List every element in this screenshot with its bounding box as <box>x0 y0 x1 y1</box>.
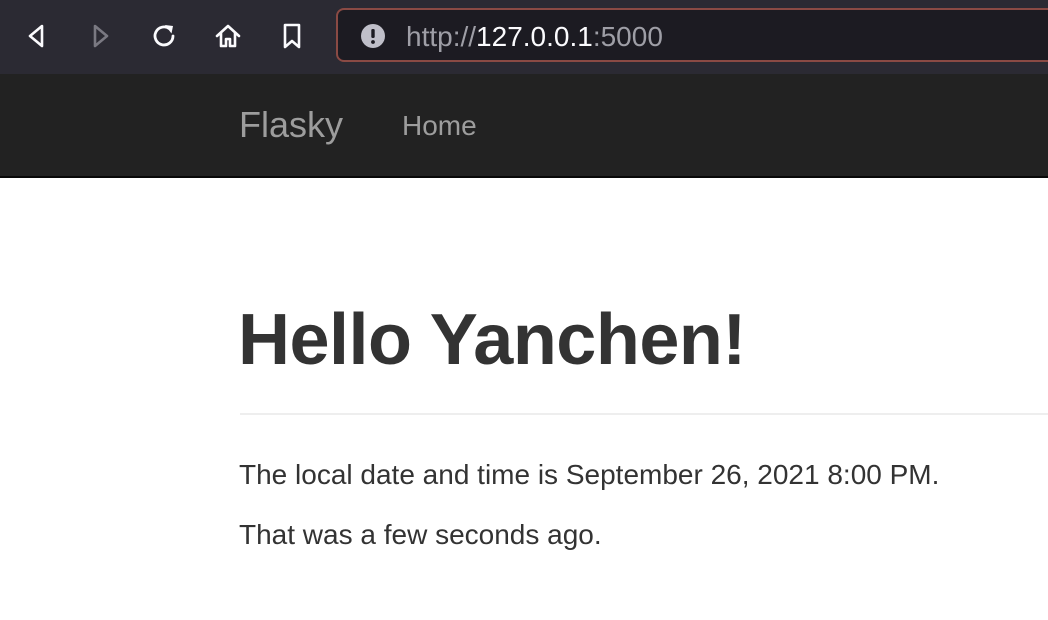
browser-toolbar: http://127.0.0.1:5000 <box>0 0 1048 74</box>
url-text: http://127.0.0.1:5000 <box>406 21 663 53</box>
forward-button[interactable] <box>80 16 120 56</box>
url-scheme: http:// <box>406 21 477 52</box>
url-port: :5000 <box>592 21 663 52</box>
insecure-warning-icon[interactable] <box>360 23 386 49</box>
header-divider <box>240 413 1048 415</box>
bookmark-button[interactable] <box>272 16 312 56</box>
local-time-text: The local date and time is September 26,… <box>239 459 940 490</box>
app-navbar: Flasky Home <box>0 74 1048 178</box>
relative-time-text: That was a few seconds ago. <box>239 519 602 550</box>
address-bar[interactable]: http://127.0.0.1:5000 <box>336 8 1048 62</box>
reload-icon <box>153 25 175 47</box>
url-host: 127.0.0.1 <box>476 21 593 52</box>
navbar-brand[interactable]: Flasky <box>239 104 343 146</box>
bookmark-icon <box>283 23 301 49</box>
home-button[interactable] <box>208 16 248 56</box>
back-button[interactable] <box>17 16 57 56</box>
reload-button[interactable] <box>144 16 184 56</box>
nav-link-home[interactable]: Home <box>402 110 477 142</box>
back-arrow-icon <box>28 24 44 48</box>
home-icon <box>215 24 241 48</box>
forward-arrow-icon <box>93 24 109 48</box>
page-title: Hello Yanchen! <box>238 300 746 380</box>
